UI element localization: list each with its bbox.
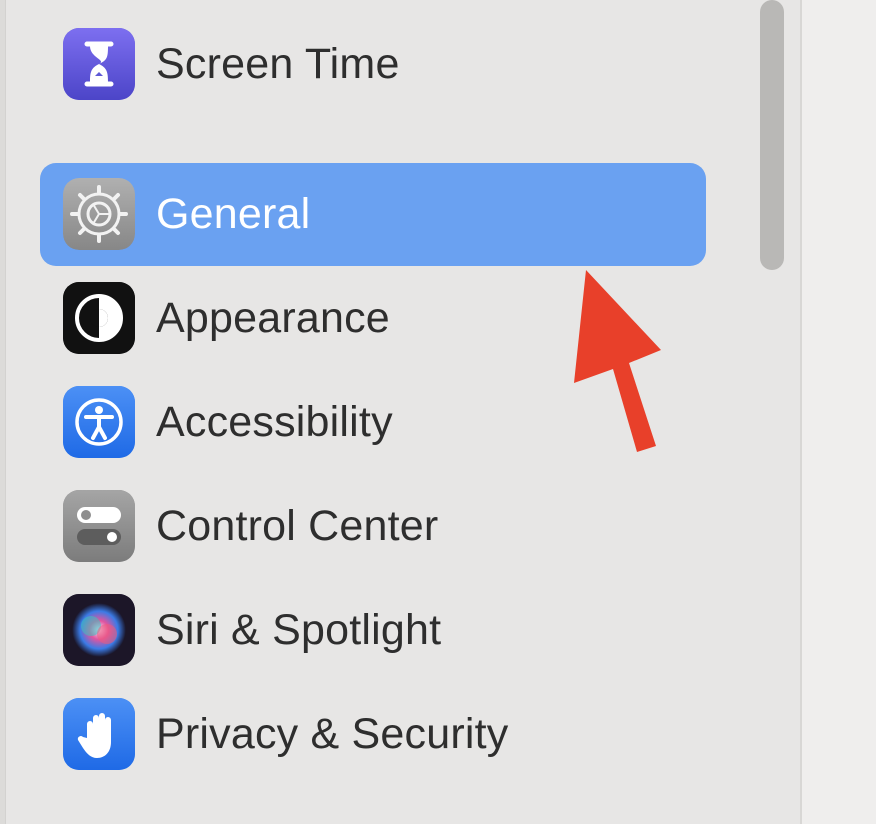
siri-icon [63,594,135,666]
accessibility-icon [63,386,135,458]
window-left-edge [0,0,6,824]
toggles-icon [63,490,135,562]
sidebar-item-label: Control Center [156,501,439,550]
settings-content-pane [802,0,876,824]
sidebar-item-label: General [156,190,311,238]
sidebar-item-control-center[interactable]: Control Center [40,476,706,576]
sidebar-item-label: Siri & Spotlight [156,605,442,654]
sidebar-item-siri-spotlight[interactable]: Siri & Spotlight [40,580,706,680]
settings-sidebar: Screen Time General Appearance Accessibi… [0,0,800,824]
sidebar-item-label: Appearance [156,293,390,342]
gear-icon [63,178,135,250]
hand-icon [63,698,135,770]
annotation-arrow-icon [574,270,661,452]
sidebar-item-privacy-security[interactable]: Privacy & Security [40,684,706,784]
sidebar-item-general[interactable]: General [40,163,706,266]
appearance-icon [63,282,135,354]
sidebar-item-label: Accessibility [156,397,393,446]
sidebar-item-screen-time[interactable]: Screen Time [40,14,706,114]
sidebar-item-label: Privacy & Security [156,709,509,758]
hourglass-icon [63,28,135,100]
sidebar-item-label: Screen Time [156,39,400,88]
sidebar-scrollbar-thumb[interactable] [760,0,784,270]
